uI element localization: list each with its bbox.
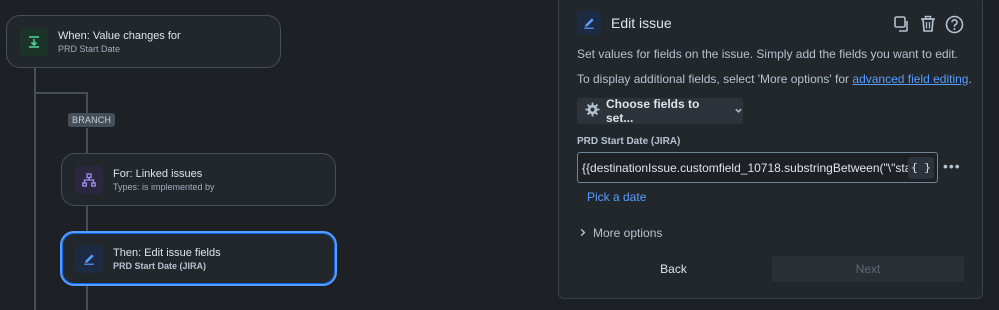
trigger-title: When: Value changes for	[58, 29, 181, 42]
branch-node-title: For: Linked issues	[113, 167, 203, 180]
panel-header: Edit issue	[577, 11, 672, 35]
prd-start-date-value[interactable]: {{destinationIssue.customfield_10718.sub…	[578, 161, 908, 175]
pick-a-date-link[interactable]: Pick a date	[587, 190, 646, 204]
edit-issue-panel: Edit issue Set values for fields on the …	[558, 0, 983, 299]
choose-fields-button[interactable]: Choose fields to set...	[577, 97, 743, 125]
smart-value-button[interactable]: { }	[908, 156, 934, 179]
panel-description-advanced: To display additional fields, select 'Mo…	[577, 72, 972, 86]
trigger-node[interactable]: When: Value changes for PRD Start Date	[6, 15, 281, 68]
advanced-suffix-text: .	[968, 72, 972, 86]
flow-connector-line	[34, 67, 36, 310]
panel-title: Edit issue	[611, 15, 672, 31]
chevron-right-icon	[579, 226, 587, 240]
duplicate-icon[interactable]	[892, 14, 912, 34]
more-options-label: More options	[593, 226, 663, 240]
help-icon[interactable]	[944, 14, 964, 34]
pencil-icon	[75, 244, 103, 273]
more-options-toggle[interactable]: More options	[579, 226, 662, 240]
branch-badge: BRANCH	[68, 113, 116, 127]
prd-start-date-field[interactable]: {{destinationIssue.customfield_10718.sub…	[577, 152, 938, 183]
next-button[interactable]: Next	[772, 256, 964, 282]
gear-icon	[585, 102, 600, 120]
action-node-subtitle: PRD Start Date (JIRA)	[113, 260, 207, 271]
panel-description: Set values for fields on the issue. Simp…	[577, 47, 958, 61]
advanced-prefix-text: To display additional fields, select 'Mo…	[577, 72, 853, 86]
edit-issue-action-node[interactable]: Then: Edit issue fields PRD Start Date (…	[60, 231, 337, 286]
pencil-icon	[577, 11, 601, 35]
automation-flow-canvas: When: Value changes for PRD Start Date B…	[0, 0, 560, 310]
branch-icon	[75, 165, 103, 194]
back-button[interactable]: Back	[581, 257, 766, 281]
action-node-title: Then: Edit issue fields	[113, 246, 221, 259]
branch-connector-line-bottom	[86, 285, 88, 310]
value-change-icon	[20, 27, 48, 56]
branch-connector-line-lower	[86, 128, 88, 154]
more-actions-icon[interactable]: •••	[943, 158, 961, 174]
branch-node-subtitle: Types: is implemented by	[113, 181, 215, 192]
branch-connector-line-mid	[86, 206, 88, 233]
branch-connector-line	[34, 92, 88, 94]
panel-toolbar	[892, 14, 964, 34]
advanced-field-editing-link[interactable]: advanced field editing	[852, 72, 968, 86]
chevron-down-icon	[734, 104, 743, 118]
branch-node[interactable]: For: Linked issues Types: is implemented…	[61, 153, 336, 206]
trash-icon[interactable]	[918, 14, 938, 34]
prd-start-date-label: PRD Start Date (JIRA)	[577, 136, 681, 147]
choose-fields-label: Choose fields to set...	[606, 97, 700, 125]
branch-connector-curve	[86, 92, 88, 114]
trigger-subtitle: PRD Start Date	[58, 43, 121, 54]
